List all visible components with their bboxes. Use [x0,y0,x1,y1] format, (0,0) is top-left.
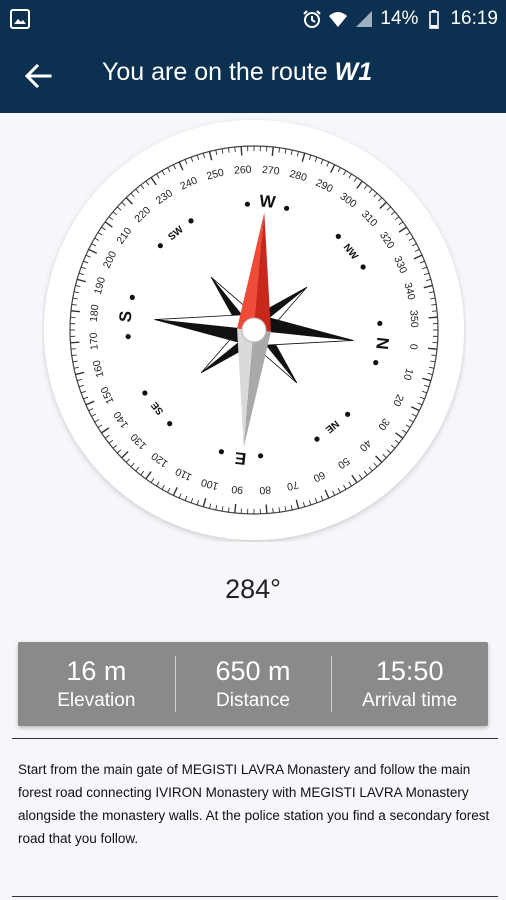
cardinal-marker [142,390,148,396]
cardinal-marker [167,421,173,427]
compass-tick [271,146,274,157]
page-title: You are on the route W1 [102,58,372,87]
wifi-icon [329,12,348,27]
cardinal-marker [284,205,290,211]
compass-tick [70,341,80,344]
compass-tick [70,348,77,350]
compass-tick [234,503,237,514]
compass-tick [234,146,236,153]
stat-label: Distance [216,690,290,711]
cardinal-marker [314,436,320,442]
cardinal-marker [373,360,379,366]
route-description: Start from the main gate of MEGISTI LAVR… [18,762,490,846]
compass-tick [265,504,268,514]
cardinal-label: N [372,336,392,350]
compass-tick [427,347,438,350]
cardinal-marker [157,243,163,249]
status-bar: 14% 16:19 [0,0,506,38]
cardinal-label: S [116,310,136,323]
battery-icon [429,10,440,29]
stat-value: 650 m [215,656,291,686]
needle-pivot [241,317,267,343]
compass-tick [240,146,243,156]
degree-label: 170 [88,332,101,350]
stat-label: Elevation [57,690,136,711]
compass-tick [272,507,274,514]
cardinal-label: E [234,448,247,468]
clock: 16:19 [450,8,498,29]
stat-distance: 650 m Distance [174,642,332,726]
cardinal-marker [345,411,351,417]
divider [12,738,498,739]
cardinal-marker [377,320,383,327]
cardinal-marker [360,264,366,270]
degree-label: 260 [234,164,252,177]
cardinal-marker [129,294,135,300]
stat-value: 16 m [66,656,127,686]
title-text: You are on the route [102,58,328,86]
compass-dial: 0102030405060708090100110120130140150160… [44,120,464,540]
alarm-icon [303,10,322,28]
compass-tick [428,316,438,319]
stats-panel: 16 m Elevation 650 m Distance 15:50 Arri… [18,642,488,726]
cardinal-label: W [259,191,278,212]
compass-tick [431,310,438,312]
heading-readout: 284° [225,574,281,604]
signal-icon [356,11,373,27]
cardinal-marker [188,218,194,224]
stat-arrival-time: 15:50 Arrival time [331,642,488,726]
compass-tick [70,310,81,313]
cardinal-marker [218,449,224,455]
stat-elevation: 16 m Elevation [18,642,175,726]
degree-label: 80 [259,483,272,496]
cardinal-marker [335,233,341,239]
compass: 0 10 20 30 40 50 60 70 80 90 100 110 120 130 140 150 160… [42,118,466,542]
stat-label: Arrival time [362,690,458,711]
route-name: W1 [334,58,373,86]
cardinal-marker [125,333,131,340]
stat-value: 15:50 [375,656,444,686]
degree-label: 180 [88,304,102,323]
divider [12,896,498,897]
image-icon [10,9,30,29]
battery-percent: 14% [380,8,419,29]
cardinal-marker [257,453,264,459]
degree-label: 270 [261,164,280,178]
back-arrow-icon[interactable] [22,60,54,92]
cardinal-marker [244,201,251,207]
degree-label: 90 [231,483,244,496]
app-bar: You are on the route W1 [0,38,506,113]
degree-label: 350 [407,310,420,328]
